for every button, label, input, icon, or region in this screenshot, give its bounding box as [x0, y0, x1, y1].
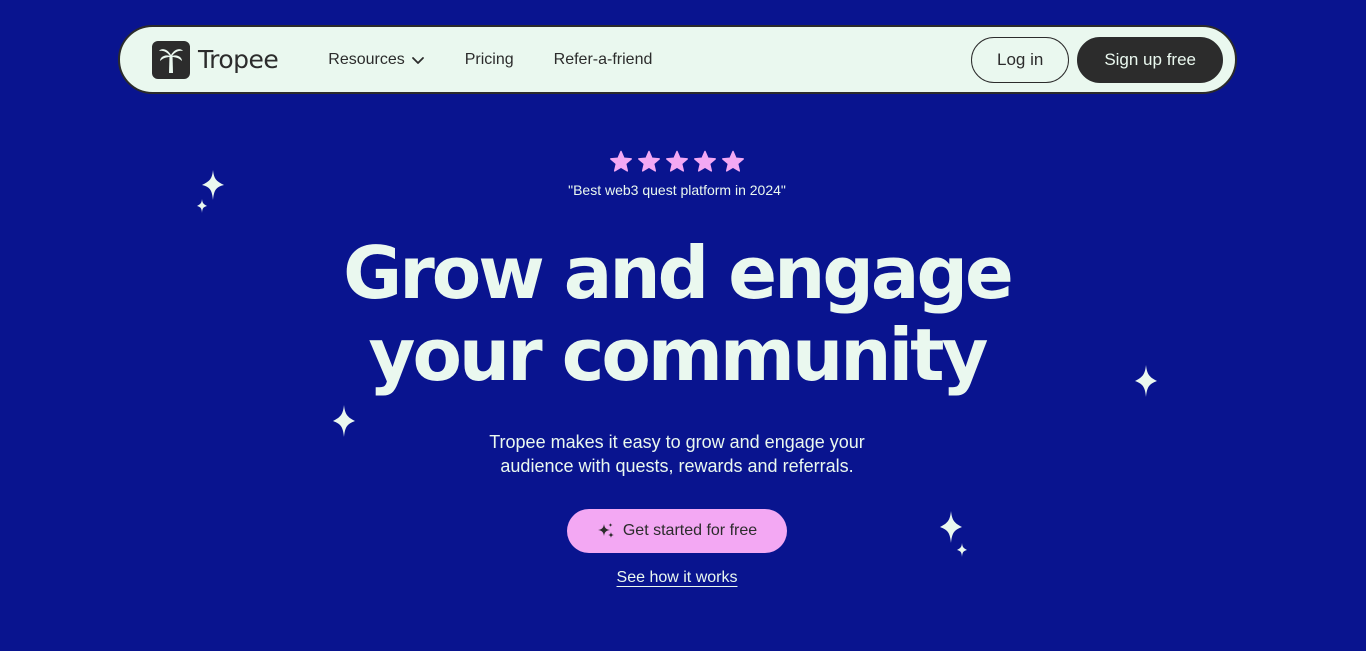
brand-name: Tropee — [198, 45, 279, 74]
subtitle-line-1: Tropee makes it easy to grow and engage … — [489, 432, 865, 452]
chevron-down-icon — [411, 56, 424, 64]
nav-item-label: Pricing — [464, 50, 514, 68]
sparkle-icon — [333, 405, 355, 437]
top-navbar: Tropee Resources Pricing Refer-a-friend … — [118, 25, 1237, 94]
nav-item-resources[interactable]: Resources — [328, 51, 424, 69]
rating-stars — [609, 150, 745, 174]
headline-line-1: Grow and engage — [343, 231, 1014, 315]
sparkle-icon — [197, 199, 207, 213]
subtitle-line-2: audience with quests, rewards and referr… — [500, 456, 854, 476]
get-started-button[interactable]: Get started for free — [567, 509, 787, 553]
sparkle-icon — [940, 511, 962, 543]
sparkle-icon — [957, 543, 967, 557]
sparkle-icon — [597, 523, 614, 538]
star-icon — [638, 150, 660, 172]
star-icon — [610, 150, 632, 172]
brand-logo[interactable]: Tropee — [152, 40, 279, 79]
star-icon — [722, 150, 744, 172]
nav-item-label: Resources — [328, 50, 405, 68]
login-button[interactable]: Log in — [970, 36, 1070, 83]
get-started-label: Get started for free — [622, 522, 758, 539]
nav-item-refer-a-friend[interactable]: Refer-a-friend — [554, 51, 653, 69]
star-icon — [694, 150, 716, 172]
palm-tree-icon — [152, 40, 190, 79]
nav-item-pricing[interactable]: Pricing — [465, 51, 514, 69]
see-how-container: See how it works — [0, 569, 1354, 587]
signup-button[interactable]: Sign up free — [1077, 36, 1223, 83]
see-how-it-works-link[interactable]: See how it works — [617, 569, 738, 586]
nav-item-label: Refer-a-friend — [553, 50, 653, 68]
star-icon — [666, 150, 688, 172]
hero-subtitle: Tropee makes it easy to grow and engage … — [0, 430, 1354, 478]
nav-actions: Log in Sign up free — [970, 36, 1223, 83]
nav-links: Resources Pricing Refer-a-friend — [328, 51, 652, 69]
sparkle-icon — [202, 170, 224, 200]
sparkle-icon — [1135, 365, 1157, 397]
